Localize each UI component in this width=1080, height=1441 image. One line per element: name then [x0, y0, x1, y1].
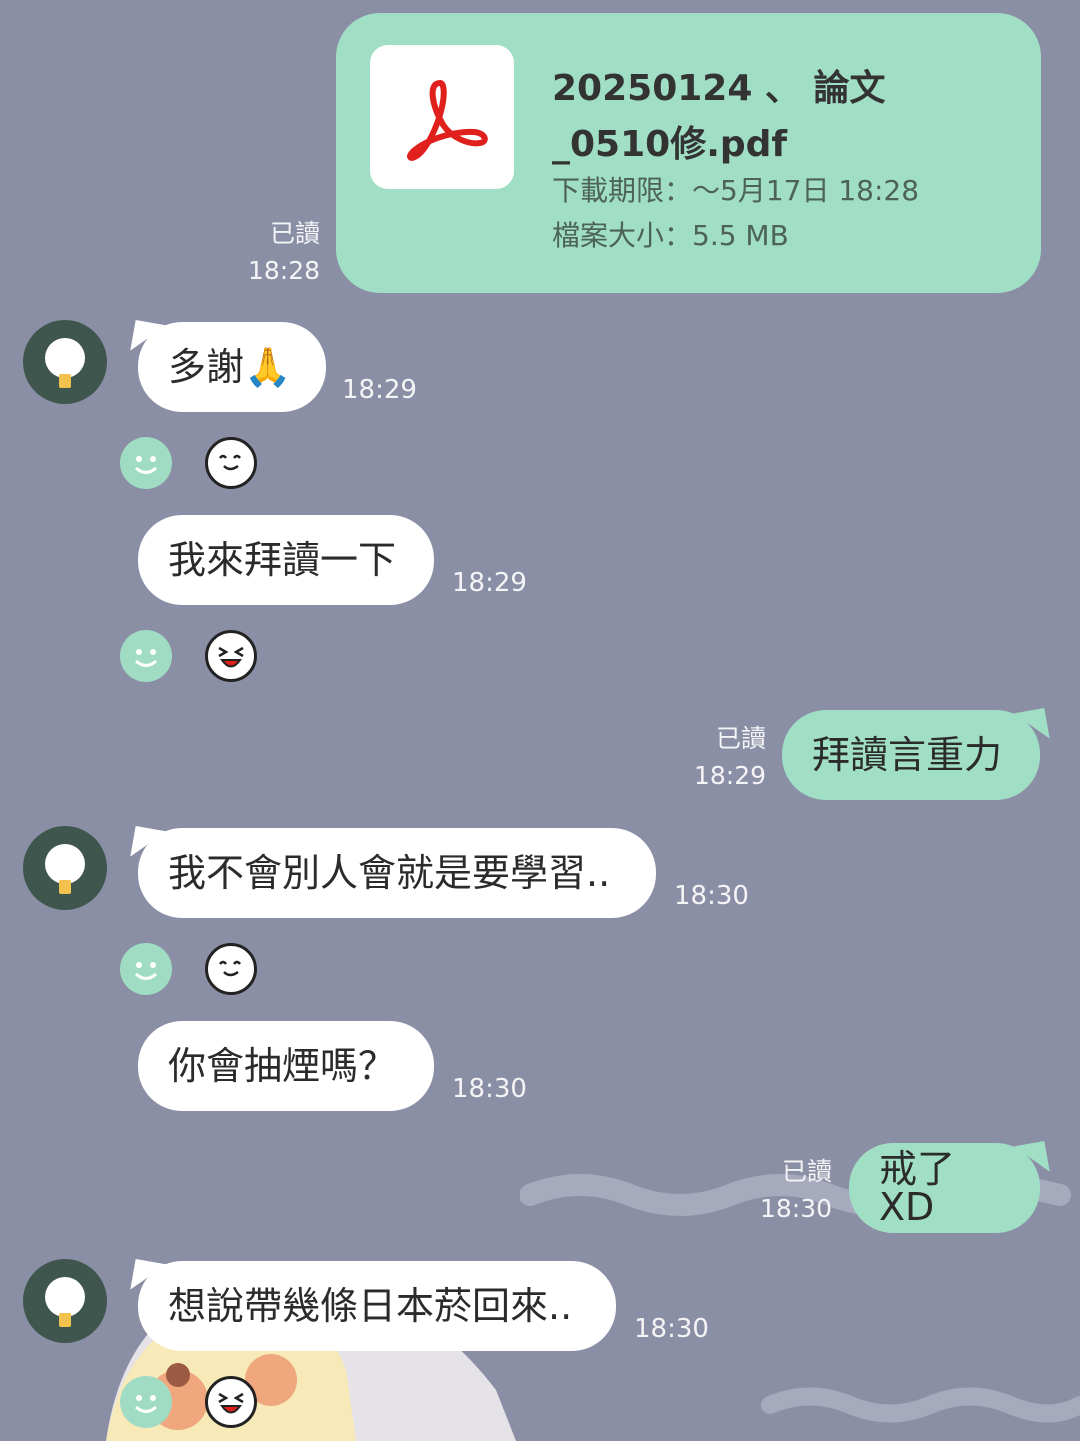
avatar-icon [45, 338, 85, 388]
message-bubble[interactable]: 我來拜讀一下 [138, 515, 434, 605]
thumbs-up-sticker-icon[interactable] [205, 437, 257, 489]
message-text: 戒了XD [879, 1147, 956, 1229]
avatar-icon [45, 1277, 85, 1327]
message-bubble[interactable]: 我不會別人會就是要學習.. [138, 828, 656, 918]
message-time: 18:30 [634, 1314, 709, 1344]
message-text: 拜讀言重力 [812, 733, 1003, 777]
file-message-card[interactable]: 20250124 、 論文 _0510修.pdf 下載期限：～5月17日 18:… [336, 13, 1041, 293]
message-time: 18:29 [342, 375, 417, 405]
file-expiry: 下載期限：～5月17日 18:28 [552, 174, 920, 207]
message-text: 你會抽煙嗎？ [168, 1044, 397, 1088]
avatar[interactable] [23, 826, 107, 910]
message-time: 18:30 [452, 1074, 527, 1104]
smile-reaction-icon[interactable] [120, 437, 172, 489]
pdf-thumbnail[interactable] [370, 45, 514, 189]
message-text: 想說帶幾條日本菸回來.. [168, 1284, 573, 1328]
message-bubble[interactable]: 拜讀言重力 [782, 710, 1040, 800]
message-bubble[interactable]: 多謝🙏 [138, 322, 326, 412]
file-name-line2: _0510修.pdf [552, 124, 788, 165]
message-time: 18:29 [452, 568, 527, 598]
message-bubble[interactable]: 戒了XD [849, 1143, 1040, 1233]
message-bubble[interactable]: 你會抽煙嗎？ [138, 1021, 434, 1111]
message-text: 我來拜讀一下 [168, 538, 397, 582]
avatar[interactable] [23, 1259, 107, 1343]
smile-reaction-icon[interactable] [120, 630, 172, 682]
laughing-sticker-icon[interactable] [205, 1376, 257, 1428]
smile-reaction-icon[interactable] [120, 943, 172, 995]
message-time: 18:30 [674, 881, 749, 911]
file-name-line1: 20250124 、 論文 [552, 68, 886, 109]
message-text: 多謝🙏 [168, 345, 292, 389]
message-text: 我不會別人會就是要學習.. [168, 851, 611, 895]
message-bubble[interactable]: 想說帶幾條日本菸回來.. [138, 1261, 616, 1351]
thumbs-up-sticker-icon[interactable] [205, 943, 257, 995]
avatar[interactable] [23, 320, 107, 404]
laughing-sticker-icon[interactable] [205, 630, 257, 682]
read-receipt: 已讀 18:30 [759, 1157, 832, 1223]
read-receipt: 已讀 18:29 [693, 724, 766, 790]
file-size: 檔案大小：5.5 MB [552, 219, 789, 252]
smile-reaction-icon[interactable] [120, 1376, 172, 1428]
wallpaper-wave-2 [761, 1387, 1080, 1423]
read-receipt: 已讀 18:28 [247, 219, 320, 285]
avatar-icon [45, 844, 85, 894]
pdf-icon [407, 80, 488, 161]
